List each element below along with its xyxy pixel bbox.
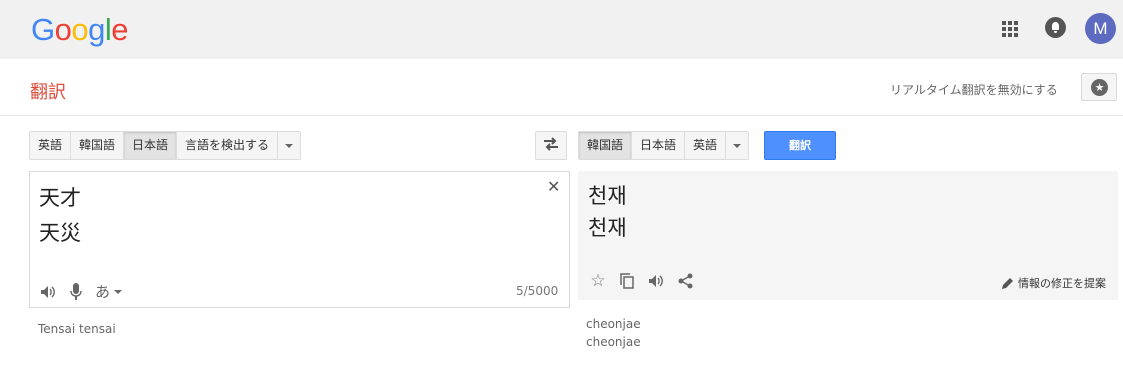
apps-grid-icon[interactable] (1002, 21, 1018, 37)
target-lang-japanese[interactable]: 日本語 (632, 132, 686, 159)
source-lang-dropdown-icon[interactable] (278, 132, 300, 159)
translation-tools: ☆ (589, 271, 694, 291)
translation-result-area: 천재 천재 ☆ 情報の修正を提案 (578, 171, 1118, 300)
target-lang-korean[interactable]: 韓国語 (579, 132, 633, 159)
swap-arrows-icon (544, 137, 558, 151)
disable-instant-translation-link[interactable]: リアルタイム翻訳を無効にする (890, 81, 1058, 98)
source-language-bar: 英語 韓国語 日本語 言語を検出する (29, 131, 302, 160)
translation-text: 천재 천재 (588, 184, 627, 240)
share-icon[interactable] (676, 272, 694, 290)
logo-letter: o (71, 12, 89, 47)
source-lang-korean[interactable]: 韓国語 (71, 132, 125, 159)
logo-letter: G (31, 12, 55, 47)
listen-speaker-icon[interactable] (647, 272, 665, 290)
notifications-bell-icon[interactable] (1045, 17, 1066, 38)
swap-languages-button[interactable] (535, 131, 567, 160)
page-title: 翻訳 (30, 82, 66, 103)
char-count: 5/5000 (516, 284, 559, 298)
copy-icon[interactable] (618, 272, 636, 290)
source-text-area[interactable]: 天才 天災 ✕ あ 5/5000 (29, 171, 570, 308)
target-lang-dropdown-icon[interactable] (726, 132, 748, 159)
source-romanization: Tensai tensai (38, 322, 116, 336)
listen-speaker-icon[interactable] (39, 283, 57, 301)
phrasebook-button[interactable]: ★ (1081, 73, 1117, 101)
account-avatar[interactable]: M (1085, 13, 1116, 44)
target-romanization: cheonjae cheonjae (586, 317, 641, 349)
clear-source-icon[interactable]: ✕ (547, 177, 560, 196)
translate-button[interactable]: 翻訳 (764, 131, 836, 160)
star-outline-icon[interactable]: ☆ (589, 271, 607, 291)
logo-letter: g (88, 12, 105, 47)
logo-letter: e (111, 12, 129, 47)
source-lang-english[interactable]: 英語 (30, 132, 72, 159)
google-logo[interactable]: Google (31, 12, 129, 48)
star-icon: ★ (1091, 79, 1108, 96)
target-lang-english[interactable]: 英語 (685, 132, 727, 159)
input-method-label[interactable]: あ (95, 281, 110, 302)
input-method-dropdown-icon[interactable] (114, 289, 123, 294)
source-lang-japanese[interactable]: 日本語 (124, 132, 178, 159)
source-lang-detect[interactable]: 言語を検出する (177, 132, 279, 159)
target-language-bar: 韓国語 日本語 英語 (578, 131, 750, 160)
suggest-edit-label: 情報の修正を提案 (1018, 277, 1106, 290)
page-header: 翻訳 リアルタイム翻訳を無効にする ★ (0, 59, 1123, 116)
logo-letter: o (54, 12, 72, 47)
top-bar: Google M (0, 0, 1123, 59)
microphone-icon[interactable] (67, 283, 85, 301)
source-tools: あ (39, 281, 123, 302)
pencil-icon (1002, 277, 1013, 289)
suggest-edit-link[interactable]: 情報の修正を提案 (1001, 275, 1106, 291)
source-text[interactable]: 天才 天災 (39, 181, 81, 251)
